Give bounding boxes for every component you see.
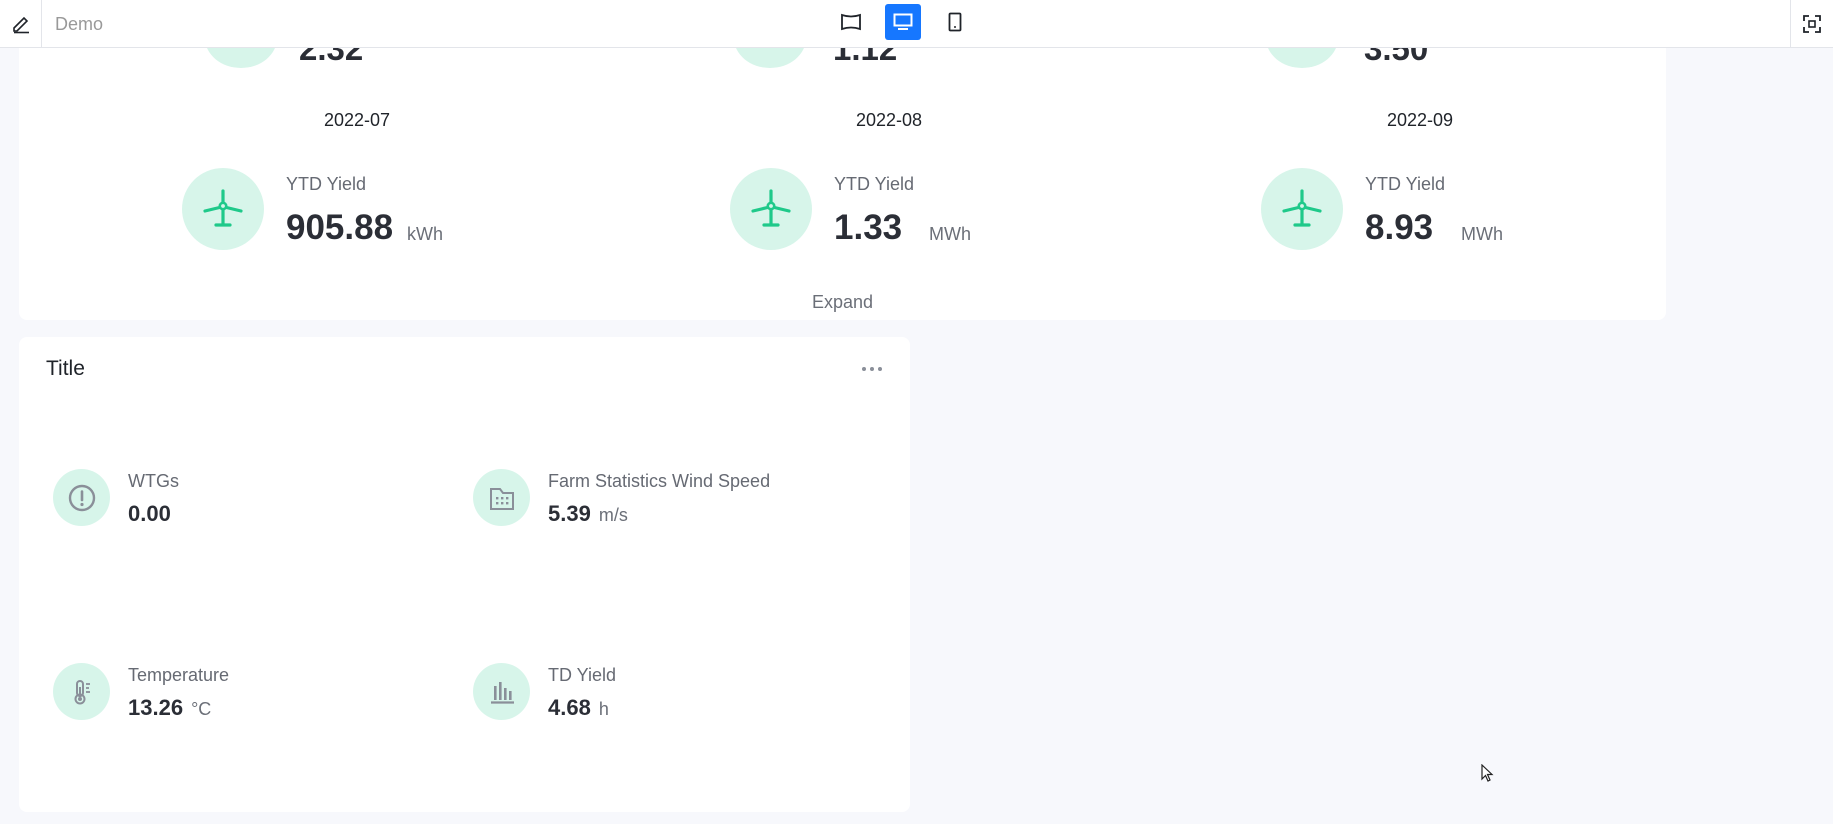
yield-value: 1.33 — [834, 208, 903, 247]
landscape-view-button[interactable] — [833, 4, 869, 40]
stat-number: 4.68 — [548, 695, 591, 720]
alert-icon — [53, 469, 110, 526]
yield-icon-circle — [1266, 48, 1338, 68]
stat-item-temperature: Temperature 13.26 °C — [53, 663, 433, 733]
yield-label: YTD Yield — [286, 174, 367, 194]
desktop-icon — [893, 13, 913, 30]
yield-unit: kWh — [407, 224, 443, 244]
yield-value: 8.93 — [1365, 208, 1434, 247]
stat-item-wind-speed: Farm Statistics Wind Speed 5.39 m/s — [473, 469, 853, 539]
month-label: 2022-07 — [323, 110, 391, 130]
stat-item-td-yield: TD Yield 4.68 h — [473, 663, 853, 733]
yield-value: 2.32 — [299, 48, 364, 67]
stat-number: 13.26 — [128, 695, 184, 720]
pencil-icon — [12, 16, 29, 34]
stat-value: 13.26 °C — [128, 695, 211, 721]
card-title: Title — [46, 357, 85, 380]
stat-label: Farm Statistics Wind Speed — [548, 471, 771, 491]
stat-unit: °C — [191, 699, 212, 719]
stat-label: Temperature — [128, 665, 230, 685]
month-label: 2022-09 — [1386, 110, 1454, 130]
yield-value: 3.50 — [1364, 48, 1429, 67]
yield-icon-circle — [205, 48, 277, 68]
fullscreen-button[interactable] — [1790, 0, 1833, 48]
stat-number: 0.00 — [128, 501, 171, 526]
farm-stats-card: Title WTGs 0.00 Farm Statistics Wind Spe… — [19, 337, 910, 812]
expand-button[interactable]: Expand — [19, 292, 1666, 313]
mobile-icon — [948, 12, 962, 32]
month-label: 2022-08 — [855, 110, 923, 130]
landscape-icon — [841, 13, 861, 31]
more-options-button[interactable] — [860, 359, 884, 379]
yield-value: 1.12 — [833, 48, 898, 67]
stat-unit: m/s — [598, 505, 628, 525]
more-dots-icon — [862, 367, 882, 371]
dashboard-name-input[interactable] — [55, 12, 355, 36]
bar-chart-icon — [473, 663, 530, 720]
yield-icon-circle — [734, 48, 806, 68]
stat-number: 5.39 — [548, 501, 591, 526]
yield-unit: MWh — [929, 224, 971, 244]
edit-button[interactable] — [0, 0, 42, 48]
top-toolbar — [0, 0, 1833, 48]
wind-turbine-icon — [730, 168, 812, 250]
building-icon — [473, 469, 530, 526]
previous-row-cutoff: 2.32 1.12 3.50 — [19, 48, 1666, 68]
monthly-yield-card: 2.32 1.12 3.50 2022-07 YTD Yield 905.88 … — [19, 48, 1666, 320]
yield-unit: MWh — [1461, 224, 1503, 244]
device-switcher — [833, 4, 973, 40]
stat-value: 4.68 h — [548, 695, 609, 721]
yield-label: YTD Yield — [1365, 174, 1446, 194]
stat-value: 0.00 — [128, 501, 171, 527]
mobile-view-button[interactable] — [937, 4, 973, 40]
stat-value: 5.39 m/s — [548, 501, 628, 527]
desktop-view-button[interactable] — [885, 4, 921, 40]
stat-label: TD Yield — [548, 665, 617, 685]
wind-turbine-icon — [182, 168, 264, 250]
fullscreen-icon — [1803, 15, 1821, 33]
thermometer-icon — [53, 663, 110, 720]
mouse-cursor-icon — [1481, 764, 1494, 782]
stat-unit: h — [598, 699, 609, 719]
wind-turbine-icon — [1261, 168, 1343, 250]
stat-label: WTGs — [128, 471, 179, 491]
stat-item-wtgs: WTGs 0.00 — [53, 469, 433, 539]
yield-label: YTD Yield — [834, 174, 915, 194]
yield-value: 905.88 — [286, 208, 394, 247]
